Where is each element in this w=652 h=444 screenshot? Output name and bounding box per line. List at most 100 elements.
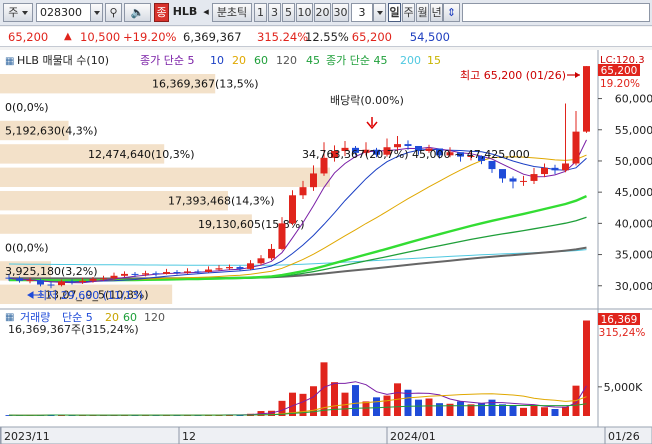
candle-body [226, 267, 233, 269]
candle-body [16, 278, 23, 281]
minute-tab-3[interactable]: 3 [268, 3, 281, 22]
volume-profile-label: 3,925,180(3,2%) [5, 265, 98, 278]
minute-select-value: 3 [358, 6, 366, 19]
price-volume-chart[interactable]: 16,369,367(13,5%) 0(0,0%) 5,192,630(4,3%) 1… [0, 50, 652, 444]
volume-bar [530, 405, 538, 416]
x-axis-label: 2024/01 [390, 430, 436, 443]
volume-zone-annotation: 34,763,367(20,7%) 45,000 ~ 47,425,000 [302, 148, 530, 161]
search-button[interactable]: ⚲ [105, 3, 122, 22]
volume-bar [509, 405, 517, 416]
timeframe-tab[interactable]: 분초틱 [212, 3, 252, 22]
minute-tab-10[interactable]: 10 [296, 3, 313, 22]
candle-body [173, 272, 181, 274]
volume-bar [520, 407, 527, 416]
high-price: 65,200 [351, 30, 392, 44]
ma-legend-period: 45 [306, 54, 320, 67]
price-tick-label: 60,000 [615, 93, 652, 106]
price-info-bar: 65,200 ▲ 10,500 +19.20% 6,369,367 315.24… [0, 27, 652, 47]
candle-body [205, 269, 212, 273]
up-arrow-icon: ▲ [64, 31, 72, 42]
candle-body [5, 277, 13, 279]
chart-area[interactable]: 16,369,367(13,5%) 0(0,0%) 5,192,630(4,3%) 1… [0, 50, 652, 444]
candle-body [121, 273, 128, 276]
nav-prev-icon[interactable]: ◂ [200, 3, 212, 22]
candle-body [572, 131, 580, 164]
stock-type-label: 종 [156, 6, 167, 19]
candle-body [184, 271, 191, 273]
candle-body [551, 167, 559, 171]
volume-bar [373, 397, 380, 416]
candle-body [310, 173, 317, 188]
search-icon: ⚲ [109, 6, 118, 19]
volume-ratio: 315.24% [257, 30, 309, 44]
volume-profile-label: 17,393,468(14,3%) [168, 195, 275, 208]
ma-legend-period: 15 [427, 54, 441, 67]
candle-body [26, 280, 34, 282]
stock-code-value: 028300 [40, 6, 82, 19]
scroll-icon: ⇕ [446, 6, 457, 19]
code-dropdown-button[interactable] [90, 3, 103, 22]
candle-body [299, 187, 307, 196]
candle-body [100, 278, 107, 280]
ma-legend-period: 20 [232, 54, 246, 67]
price-tick-label: 30,000 [615, 280, 652, 293]
price-change: 10,500 [80, 30, 121, 44]
period-tab-1[interactable]: 주 [402, 3, 415, 22]
minute-dropdown-button[interactable] [373, 3, 386, 22]
volume-bar [499, 404, 506, 416]
volume-profile-bar [0, 167, 330, 187]
speaker-button[interactable]: 🔈 [124, 3, 151, 22]
volume-bar [331, 382, 338, 416]
period-tab-3[interactable]: 년 [430, 3, 443, 22]
minute-tab-5[interactable]: 5 [282, 3, 295, 22]
toolbar: 주 028300 ⚲ 🔈 종 HLB ◂ 분초틱 1 3 5 10 20 30 3 일주월… [0, 0, 652, 26]
period-tab-0[interactable]: 일 [388, 3, 401, 22]
chevron-down-icon [93, 11, 100, 15]
volume-profile-label: 0(0,0%) [5, 101, 49, 114]
candle-body [289, 195, 296, 224]
speaker-icon: 🔈 [130, 6, 145, 19]
candle-body [89, 278, 97, 281]
scroll-toggle-button[interactable]: ⇕ [443, 3, 460, 22]
ma-legend-label: 종가 단순 5 [140, 54, 194, 67]
minute-tab-30[interactable]: 30 [332, 3, 349, 22]
x-axis-label: 01/26 [608, 430, 640, 443]
volume-profile-label: 16,369,367(13,5%) [152, 78, 259, 91]
x-axis-label: 2023/11 [4, 430, 50, 443]
minute-tab-1[interactable]: 1 [254, 3, 267, 22]
ma-legend-label-2: 종가 단순 45 [326, 54, 387, 67]
ma-legend-period: 60 [254, 54, 268, 67]
price-tick-label: 35,000 [615, 249, 652, 262]
volume-profile-label: 0(0,0%) [5, 242, 49, 255]
volume-ratio-label: 315,24% [599, 327, 646, 339]
candle-body [110, 275, 118, 279]
volume-bar [562, 406, 569, 416]
candle-body [163, 272, 170, 274]
stock-type-badge: 종 [154, 3, 169, 22]
stock-name: HLB [170, 3, 200, 22]
volume-bar [583, 320, 590, 416]
timeframe-label: 분초틱 [216, 6, 248, 19]
minute-tab-20[interactable]: 20 [314, 3, 331, 22]
volume-summary: 16,369,367주(315,24%) [8, 323, 139, 336]
price-tick-label: 55,000 [615, 124, 652, 137]
price-change-rate: +19.20% [123, 30, 177, 44]
minute-select[interactable]: 3 [351, 3, 373, 22]
volume-bar [551, 409, 559, 416]
candle-body [499, 169, 506, 179]
period-tab-2[interactable]: 월 [416, 3, 429, 22]
profile-legend-title: HLB 매물대 수(10) [17, 54, 109, 67]
volume-bar [352, 385, 359, 416]
candle-body [257, 258, 265, 264]
candle-body [68, 281, 76, 283]
trade-volume: 6,369,367 [183, 30, 242, 44]
candle-body [509, 178, 517, 182]
candle-body [488, 160, 496, 170]
candle-body [142, 273, 149, 275]
nav-prev-glyph: ◂ [203, 5, 209, 18]
toolbar-blank-field[interactable] [462, 3, 650, 22]
candle-body [394, 144, 401, 148]
candle-body [79, 280, 86, 283]
market-select[interactable]: 주 [3, 3, 33, 22]
x-axis-band [0, 426, 652, 444]
